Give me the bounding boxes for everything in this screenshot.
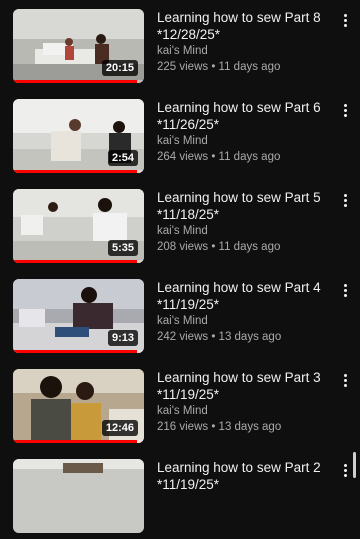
video-title[interactable]: Learning how to sew Part 6 *11/26/25* <box>157 99 337 133</box>
video-item[interactable]: 12:46 Learning how to sew Part 3 *11/19/2… <box>0 369 360 449</box>
video-stats: 216 views • 13 days ago <box>157 421 282 433</box>
video-item[interactable]: 9:13 Learning how to sew Part 4 *11/19/25… <box>0 279 360 359</box>
video-stats: 242 views • 13 days ago <box>157 331 282 343</box>
scrollbar[interactable] <box>353 452 356 478</box>
more-vertical-icon[interactable] <box>339 11 351 29</box>
video-meta: Learning how to sew Part 8 *12/28/25* kai… <box>157 9 337 75</box>
video-title[interactable]: Learning how to sew Part 5 *11/18/25* <box>157 189 337 223</box>
watch-progress-bar <box>13 80 138 83</box>
duration-badge: 5:35 <box>107 240 138 256</box>
more-vertical-icon[interactable] <box>339 281 351 299</box>
watch-progress-bar <box>13 440 138 443</box>
video-item[interactable]: 2:54 Learning how to sew Part 6 *11/26/25… <box>0 99 360 179</box>
duration-badge: 12:46 <box>101 420 138 436</box>
duration-badge: 9:13 <box>107 330 138 346</box>
video-meta: Learning how to sew Part 2 *11/19/25* <box>157 459 337 493</box>
channel-name[interactable]: kai's Mind <box>157 403 337 419</box>
more-vertical-icon[interactable] <box>339 461 351 479</box>
channel-name[interactable]: kai's Mind <box>157 43 337 59</box>
watch-progress-bar <box>13 260 138 263</box>
video-title[interactable]: Learning how to sew Part 2 *11/19/25* <box>157 459 337 493</box>
more-vertical-icon[interactable] <box>339 371 351 389</box>
video-meta: Learning how to sew Part 6 *11/26/25* kai… <box>157 99 337 165</box>
video-thumbnail[interactable] <box>13 459 144 533</box>
video-title[interactable]: Learning how to sew Part 8 *12/28/25* <box>157 9 337 43</box>
video-thumbnail[interactable]: 2:54 <box>13 99 144 173</box>
video-item[interactable]: Learning how to sew Part 2 *11/19/25* <box>0 459 360 539</box>
video-thumbnail[interactable]: 9:13 <box>13 279 144 353</box>
video-thumbnail[interactable]: 12:46 <box>13 369 144 443</box>
video-stats: 264 views • 11 days ago <box>157 151 281 163</box>
duration-badge: 20:15 <box>101 60 138 76</box>
video-stats: 225 views • 11 days ago <box>157 61 281 73</box>
video-title[interactable]: Learning how to sew Part 3 *11/19/25* <box>157 369 337 403</box>
channel-name[interactable]: kai's Mind <box>157 133 337 149</box>
thumbnail-image <box>13 459 144 533</box>
video-item[interactable]: 20:15 Learning how to sew Part 8 *12/28/2… <box>0 9 360 89</box>
duration-badge: 2:54 <box>107 150 138 166</box>
video-item[interactable]: 5:35 Learning how to sew Part 5 *11/18/25… <box>0 189 360 269</box>
more-vertical-icon[interactable] <box>339 101 351 119</box>
channel-name[interactable]: kai's Mind <box>157 313 337 329</box>
watch-progress-bar <box>13 350 138 353</box>
video-meta: Learning how to sew Part 5 *11/18/25* kai… <box>157 189 337 255</box>
video-thumbnail[interactable]: 5:35 <box>13 189 144 263</box>
video-meta: Learning how to sew Part 3 *11/19/25* kai… <box>157 369 337 435</box>
video-stats: 208 views • 11 days ago <box>157 241 281 253</box>
watch-progress-bar <box>13 170 138 173</box>
channel-name[interactable]: kai's Mind <box>157 223 337 239</box>
video-thumbnail[interactable]: 20:15 <box>13 9 144 83</box>
video-title[interactable]: Learning how to sew Part 4 *11/19/25* <box>157 279 337 313</box>
more-vertical-icon[interactable] <box>339 191 351 209</box>
video-meta: Learning how to sew Part 4 *11/19/25* kai… <box>157 279 337 345</box>
